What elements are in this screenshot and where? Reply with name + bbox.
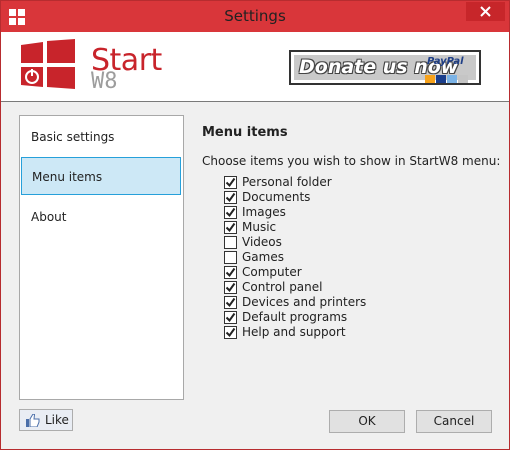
window-title: Settings [224, 7, 286, 25]
startw8-logo: Start W8 [19, 39, 179, 95]
checkbox-item-default-programs[interactable]: Default programs [224, 310, 464, 325]
checkmark-icon [225, 297, 236, 308]
checkbox[interactable] [224, 311, 237, 324]
checkbox-item-control-panel[interactable]: Control panel [224, 280, 464, 295]
checkbox-item-devices-and-printers[interactable]: Devices and printers [224, 295, 464, 310]
item-label: Control panel [242, 280, 323, 294]
checkbox[interactable] [224, 236, 237, 249]
item-label: Music [242, 220, 277, 234]
item-label: Videos [242, 235, 282, 249]
item-label: Devices and printers [242, 295, 367, 309]
checkbox-item-music[interactable]: Music [224, 220, 464, 235]
checkbox[interactable] [224, 296, 237, 309]
close-icon [480, 6, 491, 17]
checkbox[interactable] [224, 176, 237, 189]
checkbox[interactable] [224, 206, 237, 219]
checkmark-icon [225, 177, 236, 188]
item-label: Documents [242, 190, 311, 204]
close-button[interactable] [466, 2, 505, 21]
checkbox-item-games[interactable]: Games [224, 250, 464, 265]
logo-w8-text: W8 [91, 69, 118, 94]
checkmark-icon [225, 192, 236, 203]
checkmark-icon [225, 327, 236, 338]
checkbox[interactable] [224, 281, 237, 294]
cancel-button[interactable]: Cancel [416, 410, 492, 433]
title-bar[interactable]: Settings [1, 1, 509, 32]
checkmark-icon [225, 312, 236, 323]
item-label: Personal folder [242, 175, 332, 189]
nav-label: About [31, 210, 67, 224]
nav-about[interactable]: About [21, 198, 181, 236]
checkbox-item-help-and-support[interactable]: Help and support [224, 325, 464, 340]
nav-menu-items[interactable]: Menu items [21, 157, 181, 195]
donate-paypal-button[interactable]: Donate us now PayPal [289, 50, 481, 85]
panel-description: Choose items you wish to show in StartW8… [202, 154, 501, 168]
nav-label: Menu items [32, 170, 103, 184]
checkbox-item-computer[interactable]: Computer [224, 265, 464, 280]
checkbox-item-personal-folder[interactable]: Personal folder [224, 175, 464, 190]
checkbox[interactable] [224, 326, 237, 339]
checkbox[interactable] [224, 221, 237, 234]
panel-title: Menu items [202, 125, 288, 140]
checkbox-item-videos[interactable]: Videos [224, 235, 464, 250]
checkbox[interactable] [224, 251, 237, 264]
checkmark-icon [225, 207, 236, 218]
facebook-like-button[interactable]: Like [19, 409, 73, 431]
credit-cards-icon [425, 68, 473, 83]
checkbox[interactable] [224, 191, 237, 204]
item-label: Images [242, 205, 286, 219]
item-label: Computer [242, 265, 302, 279]
item-label: Default programs [242, 310, 348, 324]
item-label: Help and support [242, 325, 346, 339]
startw8-logo-icon [21, 39, 75, 89]
ok-button[interactable]: OK [329, 410, 405, 433]
thumbs-up-icon [26, 414, 40, 427]
checkmark-icon [225, 267, 236, 278]
settings-window: Settings Start W8 Donate us now PayPal B… [0, 0, 510, 450]
checkbox-item-documents[interactable]: Documents [224, 190, 464, 205]
item-label: Games [242, 250, 284, 264]
nav-basic-settings[interactable]: Basic settings [21, 118, 181, 156]
checkmark-icon [225, 282, 236, 293]
checkbox[interactable] [224, 266, 237, 279]
settings-nav: Basic settings Menu items About [19, 115, 184, 400]
paypal-label: PayPal [427, 56, 464, 67]
like-label: Like [45, 413, 69, 427]
checkmark-icon [225, 222, 236, 233]
nav-label: Basic settings [31, 130, 115, 144]
checkbox-item-images[interactable]: Images [224, 205, 464, 220]
